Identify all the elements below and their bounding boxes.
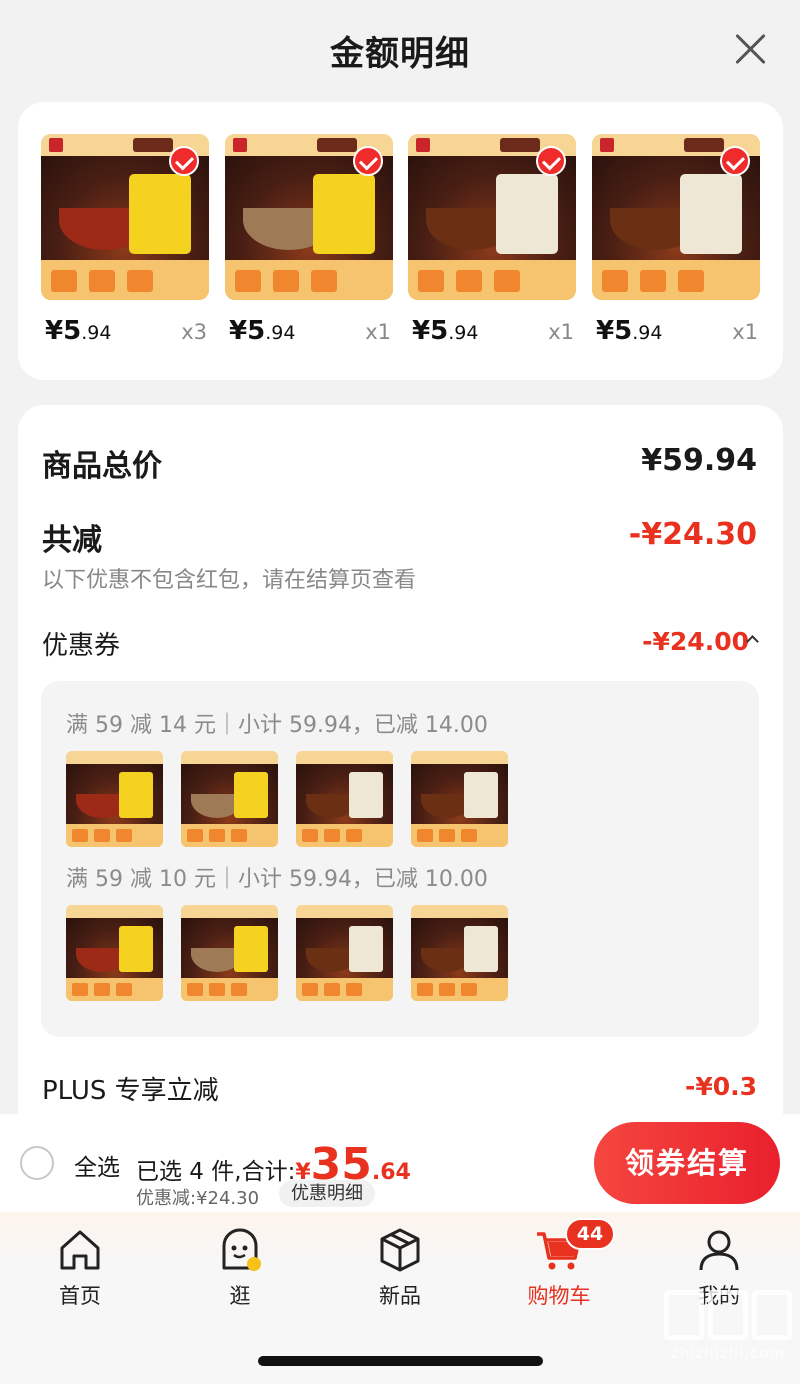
discount-detail-button[interactable]: 优惠明细 bbox=[279, 1180, 375, 1207]
tab-label: 逛 bbox=[229, 1284, 251, 1308]
coupon-product-thumb bbox=[181, 905, 278, 1001]
product-item[interactable]: ¥5.94 x1 bbox=[225, 134, 393, 346]
header: 金额明细 bbox=[0, 0, 800, 100]
coupon-product-thumb bbox=[296, 751, 393, 847]
plus-discount-label: PLUS 专享立减 bbox=[42, 1076, 219, 1106]
select-all-label[interactable]: 全选 bbox=[74, 1148, 120, 1182]
product-quantity: x1 bbox=[548, 320, 574, 344]
coupon-product-thumb bbox=[181, 751, 278, 847]
coupon-product-thumb bbox=[66, 905, 163, 1001]
tab-label: 购物车 bbox=[527, 1284, 591, 1308]
tab-home[interactable]: 首页 bbox=[20, 1224, 140, 1310]
goods-total-value: ¥59.94 bbox=[641, 443, 757, 478]
product-price: ¥5.94 bbox=[596, 316, 663, 346]
checked-icon[interactable] bbox=[720, 146, 750, 176]
product-image bbox=[408, 134, 576, 300]
checkout-button[interactable]: 领券结算 bbox=[594, 1122, 780, 1204]
tab-new[interactable]: 新品 bbox=[340, 1224, 460, 1310]
home-icon bbox=[60, 1230, 100, 1270]
product-price: ¥5.94 bbox=[45, 316, 112, 346]
watermark-logo bbox=[664, 1290, 792, 1340]
page-title: 金额明细 bbox=[330, 34, 470, 74]
selected-count-text: 已选 4 件,合计: bbox=[136, 1159, 296, 1185]
product-image bbox=[592, 134, 760, 300]
user-icon bbox=[699, 1230, 739, 1271]
box-icon bbox=[380, 1228, 420, 1272]
product-image bbox=[41, 134, 209, 300]
total-amount-dec: .64 bbox=[371, 1160, 411, 1185]
selected-products-card: ¥5.94 x3 ¥5.94 x1 ¥5.94 x1 ¥5.94 x1 bbox=[18, 102, 783, 380]
coupon-label[interactable]: 优惠券 bbox=[42, 625, 120, 662]
checked-icon[interactable] bbox=[169, 146, 199, 176]
plus-discount-value: -¥0.3 bbox=[684, 1072, 757, 1101]
coupon-value[interactable]: -¥24.00 bbox=[642, 627, 749, 656]
product-quantity: x1 bbox=[732, 320, 758, 344]
total-reduction-label: 共减 bbox=[42, 523, 102, 558]
product-price: ¥5.94 bbox=[229, 316, 296, 346]
watermark: zhizhizhi.com bbox=[664, 1290, 792, 1362]
coupon-product-thumb bbox=[296, 905, 393, 1001]
product-quantity: x1 bbox=[365, 320, 391, 344]
coupon-group-text: 满 59 减 14 元｜小计 59.94，已减 14.00 bbox=[66, 713, 488, 738]
cart-count-badge: 44 bbox=[565, 1218, 615, 1250]
checkout-bar: 全选 已选 4 件,合计:¥35.64 优惠减:¥24.30 优惠明细 领券结算 bbox=[0, 1114, 800, 1212]
home-indicator bbox=[258, 1356, 543, 1366]
coupon-product-thumb bbox=[411, 751, 508, 847]
coupon-detail-box: 满 59 减 14 元｜小计 59.94，已减 14.00 满 59 减 10 … bbox=[41, 681, 759, 1037]
tab-label: 首页 bbox=[59, 1284, 101, 1308]
product-item[interactable]: ¥5.94 x1 bbox=[408, 134, 576, 346]
watermark-text: zhizhizhi.com bbox=[670, 1344, 786, 1362]
coupon-product-thumb bbox=[411, 905, 508, 1001]
checked-icon[interactable] bbox=[353, 146, 383, 176]
product-item[interactable]: ¥5.94 x3 bbox=[41, 134, 209, 346]
tab-cart[interactable]: 44 购物车 bbox=[499, 1218, 619, 1310]
product-quantity: x3 bbox=[181, 320, 207, 344]
total-reduction-value: -¥24.30 bbox=[628, 517, 757, 552]
tab-browse[interactable]: 逛 bbox=[180, 1224, 300, 1310]
select-all-checkbox[interactable] bbox=[20, 1146, 54, 1180]
close-icon[interactable] bbox=[734, 32, 766, 64]
goods-total-label: 商品总价 bbox=[42, 449, 162, 484]
coupon-product-thumb bbox=[66, 751, 163, 847]
product-image bbox=[225, 134, 393, 300]
price-summary-card: 商品总价 ¥59.94 共减 -¥24.30 以下优惠不包含红包，请在结算页查看… bbox=[18, 405, 783, 1125]
product-price: ¥5.94 bbox=[412, 316, 479, 346]
reduction-note: 以下优惠不包含红包，请在结算页查看 bbox=[42, 568, 417, 593]
discount-text: 优惠减:¥24.30 bbox=[136, 1188, 260, 1209]
mascot-icon bbox=[222, 1228, 261, 1271]
coupon-group-text: 满 59 减 10 元｜小计 59.94，已减 10.00 bbox=[66, 867, 488, 892]
product-item[interactable]: ¥5.94 x1 bbox=[592, 134, 760, 346]
checked-icon[interactable] bbox=[536, 146, 566, 176]
tab-label: 新品 bbox=[379, 1284, 421, 1308]
